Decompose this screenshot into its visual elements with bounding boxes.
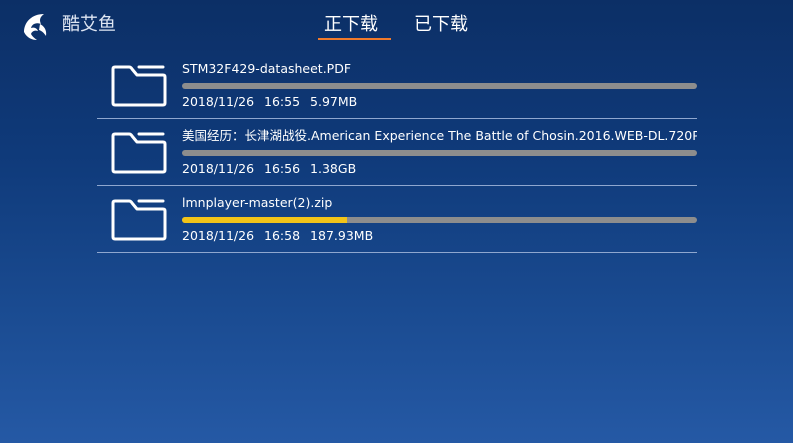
file-name: lmnplayer-master(2).zip [182, 195, 333, 210]
file-name: 美国经历：长津湖战役.American Experience The Battl… [182, 128, 697, 143]
download-item[interactable]: 美国经历：长津湖战役.American Experience The Battl… [97, 119, 697, 186]
progress-fill [182, 217, 347, 223]
folder-icon [111, 132, 167, 174]
download-item[interactable]: STM32F429-datasheet.PDF 2018/11/26 16:55… [97, 52, 697, 119]
progress-bar [182, 83, 697, 89]
folder-icon [111, 199, 167, 241]
progress-bar [182, 150, 697, 156]
tab-downloading[interactable]: 正下载 [324, 13, 378, 37]
file-time: 16:55 [264, 94, 301, 109]
tab-downloaded[interactable]: 已下载 [414, 13, 468, 37]
file-meta: 2018/11/26 16:58 187.93MB [182, 227, 373, 245]
file-meta: 2018/11/26 16:55 5.97MB [182, 93, 357, 111]
file-size: 1.38GB [310, 161, 357, 176]
top-bar: 酷艾鱼 正下载 已下载 [0, 0, 793, 50]
dolphin-logo-icon [24, 14, 47, 40]
file-size: 5.97MB [310, 94, 358, 109]
file-date: 2018/11/26 [182, 228, 255, 243]
progress-bar [182, 217, 697, 223]
download-item[interactable]: lmnplayer-master(2).zip 2018/11/26 16:58… [97, 186, 697, 253]
file-size: 187.93MB [310, 228, 374, 243]
file-name: STM32F429-datasheet.PDF [182, 61, 352, 76]
file-date: 2018/11/26 [182, 94, 255, 109]
file-date: 2018/11/26 [182, 161, 255, 176]
file-time: 16:56 [264, 161, 301, 176]
file-time: 16:58 [264, 228, 301, 243]
active-tab-indicator [318, 38, 391, 40]
download-list: STM32F429-datasheet.PDF 2018/11/26 16:55… [97, 52, 697, 253]
file-meta: 2018/11/26 16:56 1.38GB [182, 160, 356, 178]
folder-icon [111, 65, 167, 107]
app-title: 酷艾鱼 [62, 14, 116, 35]
